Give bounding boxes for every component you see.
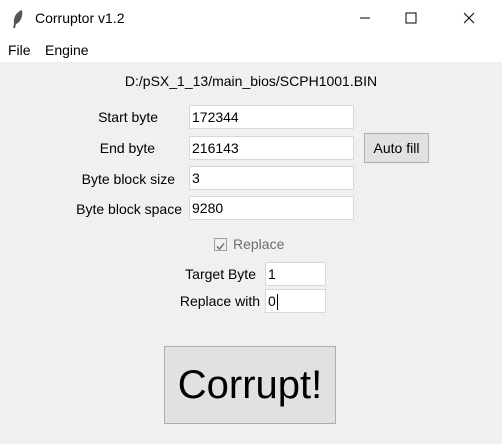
replace-checkbox[interactable]: [214, 238, 227, 251]
target-byte-input[interactable]: 1: [265, 262, 326, 286]
block-size-input[interactable]: 3: [189, 166, 354, 190]
block-space-label: Byte block space: [76, 201, 182, 217]
close-button[interactable]: [446, 0, 492, 38]
replace-label: Replace: [233, 236, 285, 252]
corrupt-button[interactable]: Corrupt!: [164, 346, 336, 424]
title-bar: Corruptor v1.2: [0, 0, 502, 38]
file-path-label: D:/pSX_1_13/main_bios/SCPH1001.BIN: [124, 73, 378, 89]
menu-engine[interactable]: Engine: [45, 42, 89, 58]
maximize-button[interactable]: [388, 0, 434, 38]
replace-with-value: 0: [268, 293, 276, 309]
replace-with-input[interactable]: 0: [265, 289, 326, 313]
auto-fill-button[interactable]: Auto fill: [364, 133, 429, 163]
maximize-icon: [405, 11, 417, 27]
minimize-button[interactable]: [342, 0, 388, 38]
checkmark-icon: [216, 242, 225, 251]
block-space-input[interactable]: 9280: [189, 196, 354, 220]
replace-with-label: Replace with: [179, 293, 260, 309]
end-byte-label: End byte: [99, 140, 155, 156]
minimize-icon: [359, 11, 371, 27]
window-title: Corruptor v1.2: [35, 10, 125, 26]
end-byte-input[interactable]: 216143: [189, 136, 354, 160]
target-byte-label: Target Byte: [185, 266, 256, 282]
close-icon: [463, 11, 475, 27]
feather-icon: [10, 9, 26, 29]
menu-bar: File Engine: [0, 38, 502, 62]
text-caret: [276, 294, 278, 311]
menu-file[interactable]: File: [8, 42, 31, 58]
start-byte-label: Start byte: [98, 109, 158, 125]
start-byte-input[interactable]: 172344: [189, 105, 354, 129]
block-size-label: Byte block size: [81, 171, 175, 187]
